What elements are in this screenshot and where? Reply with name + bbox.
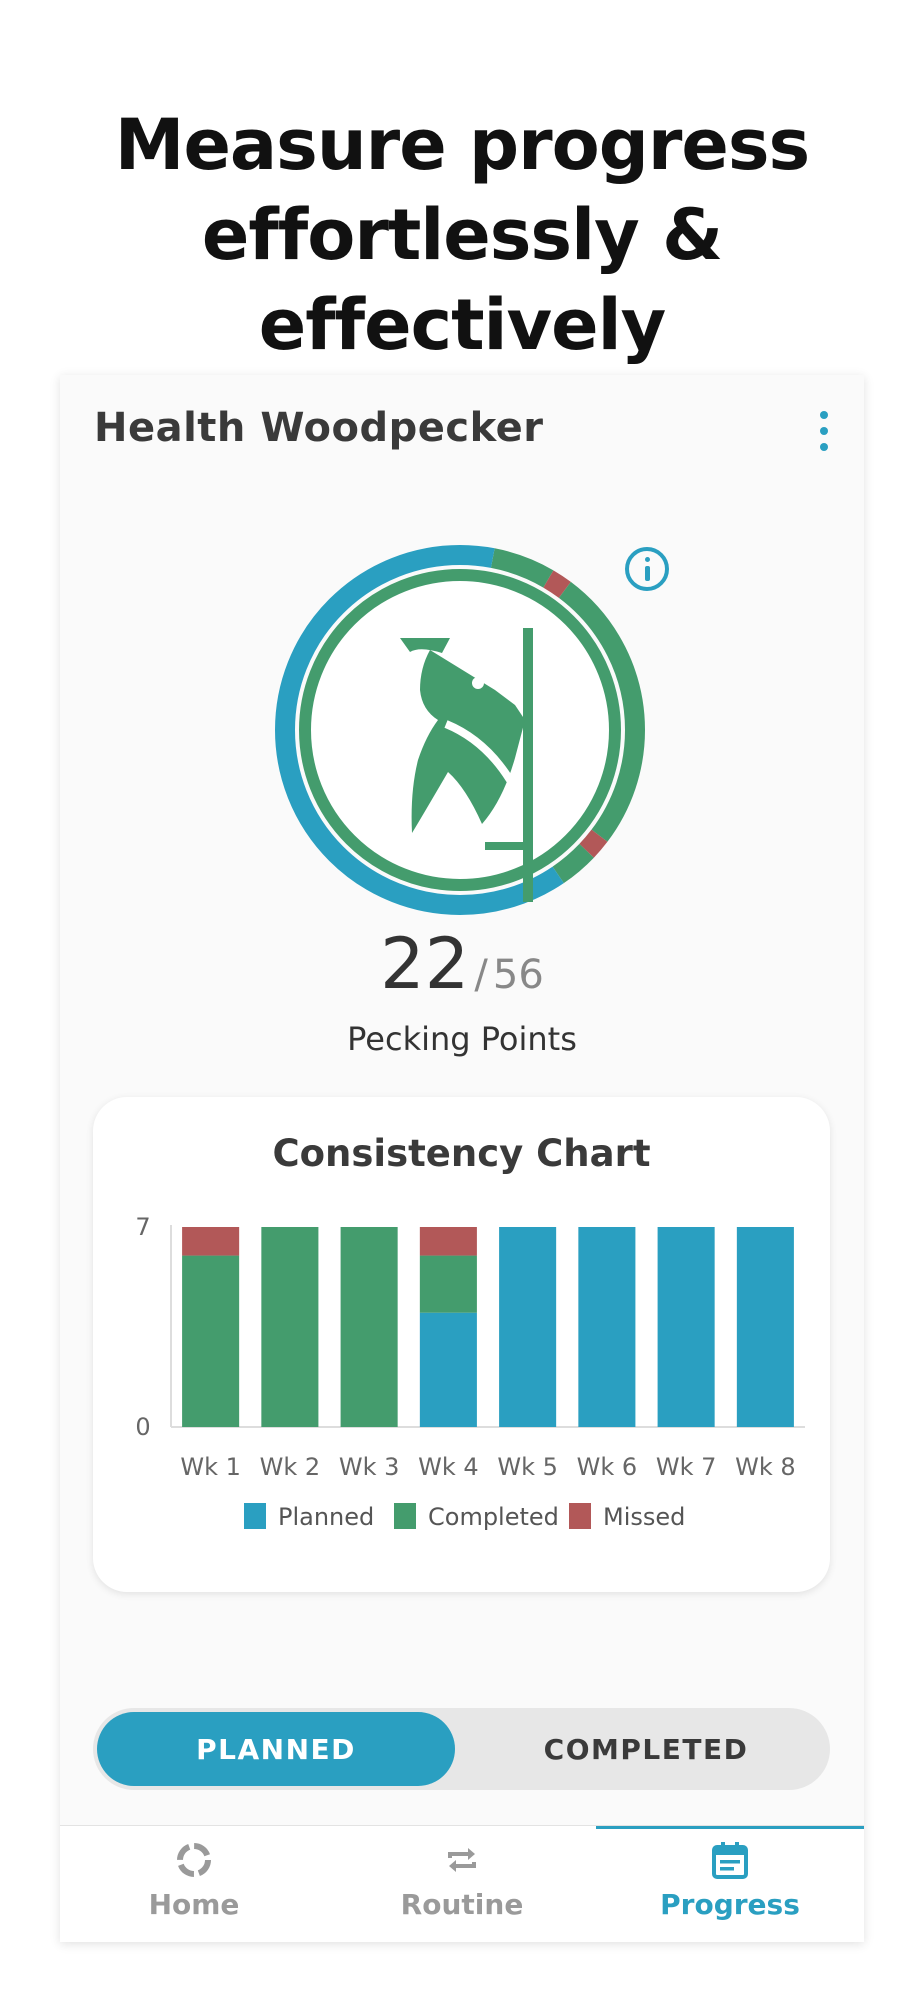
consistency-chart-card: Consistency Chart 0 7 Wk 1 Wk 2 Wk 3 Wk 4 Wk 5… (93, 1097, 830, 1592)
chart-bar-planned-4 (419, 1312, 477, 1427)
toggle-planned-button[interactable]: PLANNED (97, 1712, 455, 1786)
chart-x-tick-label: Wk 7 (656, 1453, 717, 1481)
legend-label-missed: Missed (603, 1503, 685, 1531)
chart-x-tick-label: Wk 8 (735, 1453, 796, 1481)
chart-x-tick-label: Wk 4 (418, 1453, 479, 1481)
app-title: Health Woodpecker (94, 405, 544, 451)
logo-branch (485, 842, 525, 850)
chart-bar-completed-2 (261, 1227, 319, 1427)
chart-bar-planned-6 (578, 1227, 636, 1427)
legend-label-completed: Completed (428, 1503, 559, 1531)
chart-bar-missed-1 (182, 1227, 240, 1256)
bottom-nav: Home Routine Progress (60, 1825, 864, 1942)
legend-label-planned: Planned (278, 1503, 374, 1531)
chart-x-tick-label: Wk 2 (260, 1453, 321, 1481)
logo-trunk (523, 628, 533, 902)
points-display: 22 / 56 (60, 923, 864, 1005)
nav-item-progress[interactable]: Progress (596, 1826, 864, 1942)
nav-label-progress: Progress (660, 1888, 800, 1921)
headline-line-1: Measure progress (114, 104, 810, 186)
legend-swatch-missed (569, 1503, 591, 1529)
chart-bar-planned-8 (736, 1227, 794, 1427)
chart-x-tick-label: Wk 1 (180, 1453, 241, 1481)
more-vertical-icon[interactable] (814, 411, 834, 451)
view-toggle: PLANNED COMPLETED (93, 1708, 830, 1790)
toggle-completed-button[interactable]: COMPLETED (467, 1712, 825, 1786)
logo-eye (472, 677, 484, 689)
chart-bar-completed-1 (182, 1255, 240, 1427)
calendar-icon (712, 1842, 748, 1879)
headline: Measure progress effortlessly & effectiv… (0, 100, 924, 370)
chart-y-tick-label: 0 (135, 1413, 150, 1441)
legend-swatch-completed (394, 1503, 416, 1529)
nav-item-routine[interactable]: Routine (328, 1826, 596, 1942)
legend-swatch-planned (244, 1503, 266, 1529)
progress-ring (270, 540, 650, 920)
points-total: 56 (492, 952, 544, 998)
nav-label-home: Home (148, 1888, 240, 1921)
chart-bar-planned-5 (499, 1227, 557, 1427)
repeat-icon (448, 1848, 476, 1872)
chart-x-tick-label: Wk 6 (577, 1453, 638, 1481)
points-separator: / (474, 952, 488, 998)
progress-ring-svg (275, 545, 645, 915)
chart-y-tick-label: 7 (135, 1213, 150, 1241)
app-screen: Health Woodpecker 22 / 56 Pecking Points… (60, 375, 864, 1942)
points-earned: 22 (380, 923, 470, 1005)
chart-bar-completed-3 (340, 1227, 398, 1427)
headline-line-2: effortlessly & effectively (201, 194, 723, 366)
chart-x-tick-label: Wk 3 (339, 1453, 400, 1481)
consistency-chart: 0 7 Wk 1 Wk 2 Wk 3 Wk 4 Wk 5 Wk 6 Wk 7 Wk 8 Planne… (135, 1213, 805, 1531)
info-icon[interactable] (625, 547, 669, 591)
points-label: Pecking Points (347, 1020, 577, 1058)
nav-item-home[interactable]: Home (60, 1826, 328, 1942)
chart-bar-completed-4 (419, 1255, 477, 1313)
home-ring-icon (177, 1843, 211, 1877)
nav-label-routine: Routine (400, 1888, 524, 1921)
chart-bar-missed-4 (419, 1227, 477, 1256)
chart-x-tick-label: Wk 5 (497, 1453, 558, 1481)
chart-bar-planned-7 (657, 1227, 715, 1427)
